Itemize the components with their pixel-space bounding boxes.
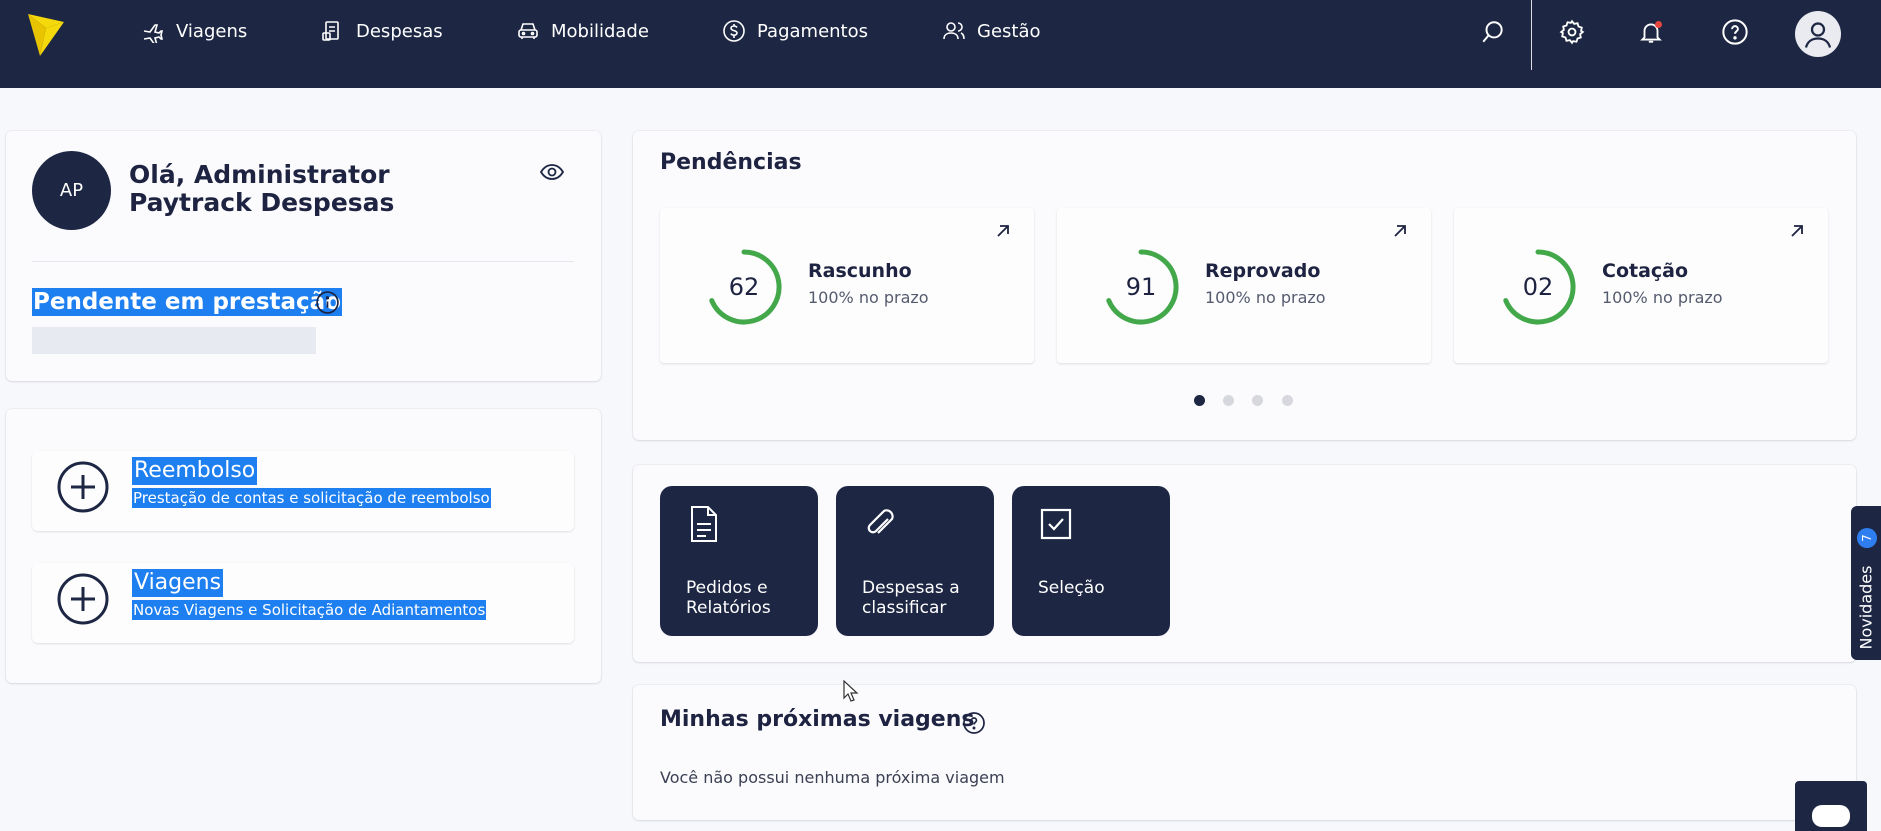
pendencia-count: 02 [1522, 273, 1554, 301]
shortcut-label: Pedidos e Relatórios [686, 578, 771, 618]
pending-label: Pendente em prestação [32, 288, 343, 316]
carousel-dot-3[interactable] [1252, 395, 1263, 406]
nav-mobilidade-label: Mobilidade [551, 20, 649, 42]
pendencia-count: 91 [1125, 273, 1157, 301]
shortcut-pedidos-relatorios[interactable]: Pedidos e Relatórios [660, 486, 818, 636]
novidades-count-badge: 7 [1857, 528, 1877, 548]
nav-pagamentos[interactable]: Pagamentos [722, 18, 868, 44]
shortcut-label: Despesas a classificar [862, 578, 960, 618]
pendencia-name: Cotação [1602, 260, 1689, 282]
pendencia-card-rascunho[interactable]: 62 Rascunho 100% no prazo [660, 208, 1034, 363]
carousel-dot-2[interactable] [1223, 395, 1234, 406]
help-icon[interactable] [962, 711, 986, 735]
greeting-text: Olá, Administrator Paytrack Despesas [129, 160, 395, 217]
nav-viagens-label: Viagens [176, 20, 248, 42]
reembolso-action[interactable]: Reembolso Prestação de contas e solicita… [32, 451, 574, 531]
plus-circle-icon [57, 461, 109, 513]
pendencia-status: 100% no prazo [1602, 288, 1723, 307]
novidades-tab[interactable]: 7 Novidades [1851, 506, 1881, 660]
arrow-up-right-icon[interactable] [1788, 222, 1806, 240]
user-initials-avatar: AP [32, 151, 111, 230]
receipt-icon [322, 21, 339, 41]
plus-circle-icon [57, 573, 109, 625]
arrow-up-right-icon[interactable] [994, 222, 1012, 240]
pending-value-placeholder [32, 327, 316, 354]
user-avatar-button[interactable] [1795, 11, 1841, 57]
pendencias-title: Pendências [660, 150, 802, 175]
nav-gestao-label: Gestão [977, 20, 1041, 42]
reembolso-description: Prestação de contas e solicitação de ree… [132, 488, 491, 508]
pendencia-name: Rascunho [808, 260, 912, 282]
carousel-dot-4[interactable] [1282, 395, 1293, 406]
notifications-button[interactable] [1635, 16, 1667, 48]
shortcut-selecao[interactable]: Seleção [1012, 486, 1170, 636]
pendencia-card-cotacao[interactable]: 02 Cotação 100% no prazo [1454, 208, 1828, 363]
search-icon [1482, 21, 1503, 43]
airplane-icon [143, 24, 164, 43]
paperclip-icon [867, 509, 894, 534]
pendencia-card-reprovado[interactable]: 91 Reprovado 100% no prazo [1057, 208, 1431, 363]
mouse-cursor-icon [843, 680, 859, 702]
eye-icon[interactable] [538, 159, 566, 185]
viagens-description: Novas Viagens e Solicitação de Adiantame… [132, 600, 487, 620]
user-avatar-icon [1804, 22, 1832, 48]
help-icon [1722, 19, 1748, 45]
carousel-dot-1[interactable] [1194, 395, 1205, 406]
chat-bubble-icon [1812, 805, 1850, 827]
dollar-circle-icon [723, 20, 745, 42]
checkbox-icon [1040, 508, 1072, 540]
car-icon [518, 23, 538, 39]
topbar-divider [1531, 0, 1532, 70]
nav-pagamentos-label: Pagamentos [757, 20, 868, 42]
novidades-label: Novidades [1856, 565, 1876, 650]
viagens-action[interactable]: Viagens Novas Viagens e Solicitação de A… [32, 563, 574, 643]
chat-button[interactable] [1795, 781, 1867, 831]
gear-icon [1559, 19, 1585, 45]
viagens-title: Viagens [132, 569, 224, 597]
trips-title: Minhas próximas viagens [660, 707, 975, 732]
users-icon [943, 22, 965, 40]
info-icon[interactable] [315, 290, 340, 315]
top-navigation-bar: Viagens Despesas Mobilidade Pagamentos G… [0, 0, 1881, 88]
arrow-up-right-icon[interactable] [1391, 222, 1409, 240]
nav-despesas[interactable]: Despesas [321, 18, 443, 44]
nav-gestao[interactable]: Gestão [942, 18, 1041, 44]
notification-dot [1655, 21, 1662, 28]
settings-button[interactable] [1556, 16, 1588, 48]
pendencia-status: 100% no prazo [1205, 288, 1326, 307]
pendencia-name: Reprovado [1205, 260, 1321, 282]
shortcut-despesas-classificar[interactable]: Despesas a classificar [836, 486, 994, 636]
pendencia-status: 100% no prazo [808, 288, 929, 307]
search-button[interactable] [1477, 16, 1509, 48]
trips-card [633, 685, 1856, 820]
reembolso-title: Reembolso [132, 457, 258, 485]
nav-viagens[interactable]: Viagens [141, 18, 247, 44]
profile-divider [32, 261, 574, 262]
pendencia-count: 62 [728, 273, 760, 301]
trips-empty-message: Você não possui nenhuma próxima viagem [660, 768, 1005, 787]
document-icon [691, 506, 717, 542]
nav-despesas-label: Despesas [356, 20, 443, 42]
nav-mobilidade[interactable]: Mobilidade [516, 18, 649, 44]
paytrack-logo[interactable] [26, 8, 66, 58]
shortcut-label: Seleção [1038, 578, 1105, 598]
help-button[interactable] [1719, 16, 1751, 48]
